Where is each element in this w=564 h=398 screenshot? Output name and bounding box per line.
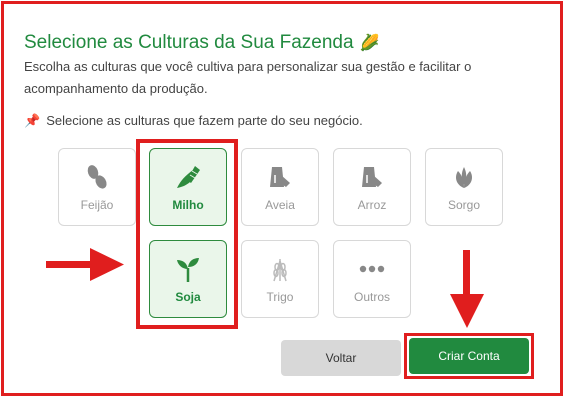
corn-emoji-icon: 🌽 — [359, 35, 380, 52]
grain-sack-icon — [357, 162, 387, 192]
leaf-icon — [449, 162, 479, 192]
right-arrow-annotation — [46, 248, 124, 281]
crop-card-feijao[interactable]: Feijão — [58, 148, 136, 226]
crop-label: Arroz — [357, 198, 387, 212]
grain-sack-icon — [265, 162, 295, 192]
wheat-icon — [265, 254, 295, 284]
page-description: Escolha as culturas que você cultiva par… — [24, 59, 472, 96]
crop-label: Trigo — [266, 290, 294, 304]
page-title: Selecione as Culturas da Sua Fazenda 🌽 — [24, 32, 379, 54]
crop-card-trigo[interactable]: Trigo — [241, 240, 319, 318]
title-text: Selecione as Culturas da Sua Fazenda — [24, 32, 354, 53]
crop-card-sorgo[interactable]: Sorgo — [425, 148, 503, 226]
crop-card-outros[interactable]: Outros — [333, 240, 411, 318]
crop-label: Feijão — [80, 198, 114, 212]
down-arrow-annotation — [450, 250, 484, 328]
annotation-highlight-box — [136, 139, 238, 329]
dots-icon — [357, 254, 387, 284]
crop-label: Aveia — [265, 198, 295, 212]
crop-card-arroz[interactable]: Arroz — [333, 148, 411, 226]
bean-icon — [82, 162, 112, 192]
back-button[interactable]: Voltar — [281, 340, 401, 376]
create-account-button[interactable]: Criar Conta — [409, 338, 529, 374]
crop-card-aveia[interactable]: Aveia — [241, 148, 319, 226]
pushpin-icon: 📌 — [24, 113, 41, 128]
hint-text: 📌 Selecione as culturas que fazem parte d… — [24, 113, 363, 129]
crop-label: Outros — [353, 290, 390, 304]
crop-label: Sorgo — [447, 198, 481, 212]
hint-label: Selecione as culturas que fazem parte do… — [46, 113, 363, 128]
